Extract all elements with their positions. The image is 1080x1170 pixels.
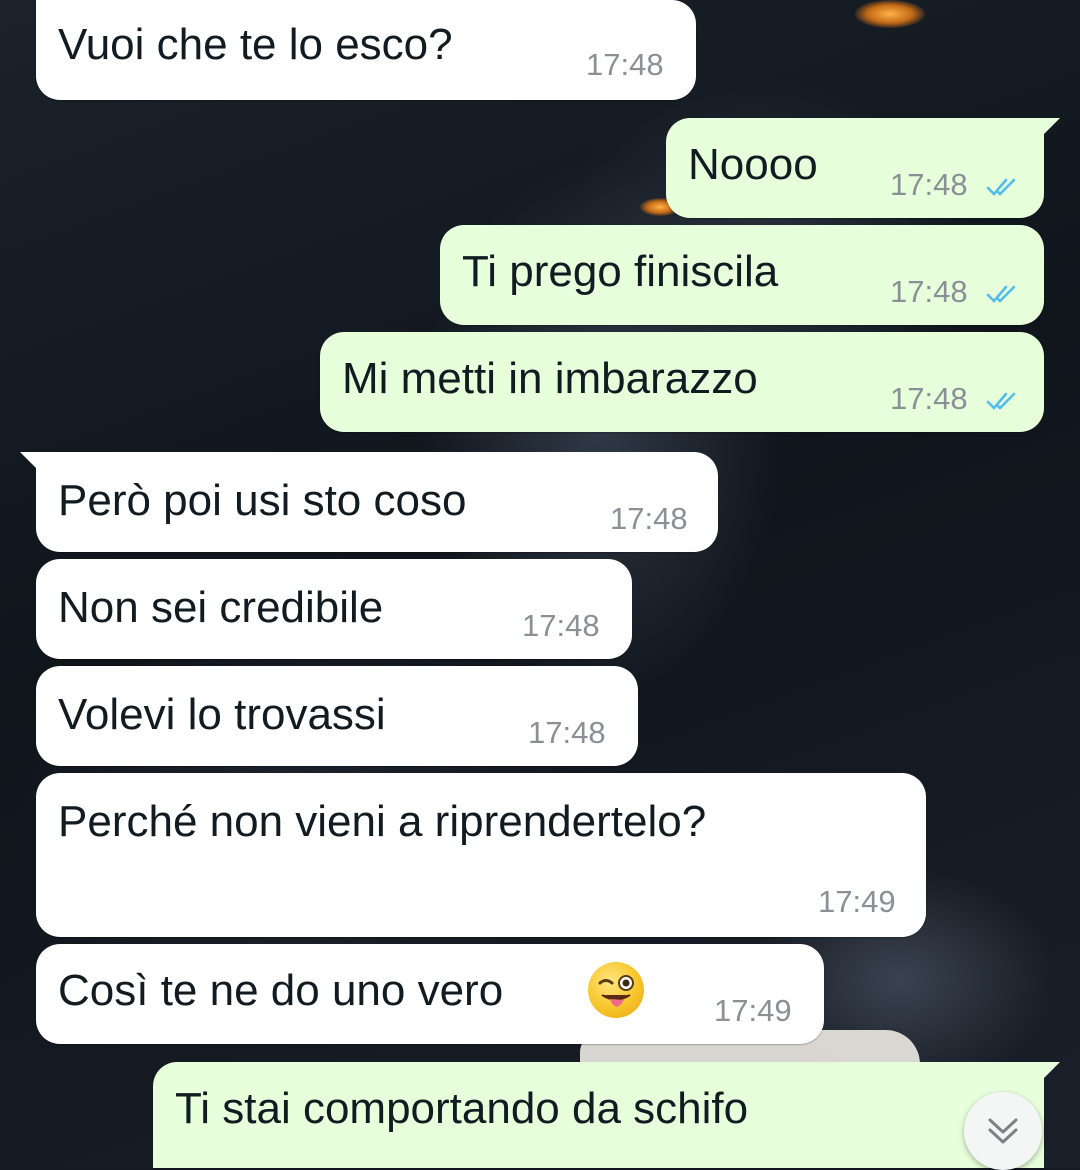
message-text: Noooo: [688, 140, 818, 189]
message-bubble-incoming[interactable]: Non sei credibile 17:48: [36, 559, 632, 659]
message-time: 17:48: [890, 167, 968, 202]
message-bubble-incoming[interactable]: Vuoi che te lo esco? 17:48: [36, 0, 696, 100]
message-time: 17:48: [610, 501, 688, 536]
message-time: 17:49: [818, 884, 896, 919]
message-text: Ti stai comportando da schifo: [175, 1084, 749, 1133]
message-time: 17:48: [586, 47, 664, 82]
message-text: Ti prego finiscila: [462, 247, 779, 296]
message-bubble-outgoing[interactable]: Ti prego finiscila 17:48: [440, 225, 1044, 325]
message-text: Volevi lo trovassi: [58, 690, 386, 739]
winking-face-with-tongue-icon: [588, 962, 644, 1018]
double-check-icon: [986, 392, 1016, 410]
double-check-icon: [986, 285, 1016, 303]
bubble-tail: [1042, 118, 1060, 136]
message-bubble-outgoing[interactable]: Mi metti in imbarazzo 17:48: [320, 332, 1044, 432]
double-check-icon: [986, 178, 1016, 196]
wallpaper-dragon-eye: [855, 0, 925, 28]
message-text: Non sei credibile: [58, 583, 384, 632]
message-text: Così te ne do uno vero: [58, 966, 504, 1015]
message-time: 17:48: [522, 608, 600, 643]
message-time: 17:48: [890, 274, 968, 309]
message-bubble-outgoing[interactable]: Ti stai comportando da schifo: [153, 1062, 1060, 1168]
message-bubble-incoming[interactable]: Però poi usi sto coso 17:48: [20, 452, 718, 552]
bubble-tail: [1042, 1062, 1060, 1080]
message-text: Mi metti in imbarazzo: [342, 354, 758, 403]
message-time: 17:49: [714, 993, 792, 1028]
message-text: Perché non vieni a riprendertelo?: [58, 797, 707, 846]
bubble-tail: [20, 452, 38, 470]
message-time: 17:48: [528, 715, 606, 750]
message-bubble-incoming[interactable]: Volevi lo trovassi 17:48: [36, 666, 638, 766]
message-text: Vuoi che te lo esco?: [58, 20, 453, 69]
scroll-to-bottom-button[interactable]: [964, 1092, 1042, 1170]
message-time: 17:48: [890, 381, 968, 416]
message-bubble-outgoing[interactable]: Noooo 17:48: [666, 118, 1060, 218]
message-bubble-incoming[interactable]: Così te ne do uno vero 17:49: [36, 944, 824, 1044]
message-text: Però poi usi sto coso: [58, 476, 467, 525]
message-bubble-incoming[interactable]: Perché non vieni a riprendertelo? 17:49: [36, 773, 926, 937]
chevron-double-down-icon: [988, 1118, 1018, 1144]
